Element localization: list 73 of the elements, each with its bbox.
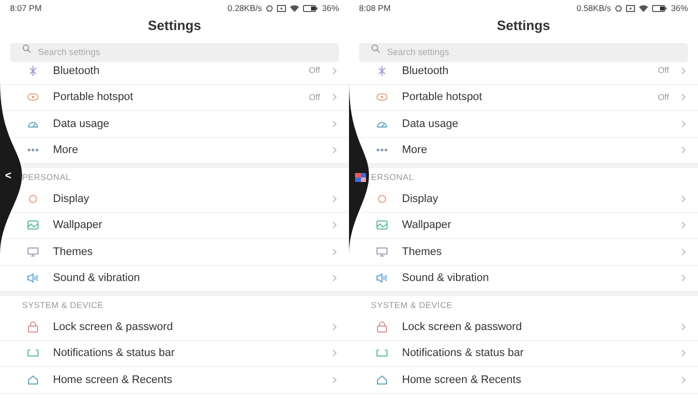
chevron-right-icon [681, 349, 686, 358]
settings-item[interactable]: Notifications & status bar [402, 345, 681, 362]
row-value: Off [658, 90, 669, 104]
search-icon [371, 44, 380, 53]
settings-item[interactable]: Data usage [53, 116, 332, 132]
settings-item[interactable]: Wallpaper [53, 217, 332, 234]
chevron-right-icon [681, 93, 686, 102]
chevron-right-icon [332, 274, 337, 282]
battery-icon [652, 5, 667, 12]
chevron-right-icon [332, 93, 337, 102]
battery-percent: 36% [670, 2, 688, 15]
chevron-right-icon [332, 146, 337, 154]
settings-item[interactable]: Lock screen & password [53, 318, 332, 335]
chevron-right-icon [681, 221, 686, 230]
settings-item[interactable]: More [53, 142, 332, 158]
status-time: 8:07 PM [10, 2, 42, 15]
settings-item[interactable]: Home screen & Recents [53, 372, 332, 388]
alarm-icon [266, 5, 273, 12]
settings-item[interactable]: Home screen & Recents [402, 372, 681, 388]
status-time: 8:08 PM [359, 2, 391, 15]
settings-item[interactable]: Wallpaper [402, 217, 681, 234]
search-field[interactable]: Search settings [10, 42, 339, 62]
chevron-right-icon [332, 66, 337, 75]
network-speed: 0.28KB/s [227, 2, 262, 15]
chevron-right-icon [332, 221, 337, 230]
chevron-right-icon [332, 376, 337, 384]
battery-percent: 36% [322, 2, 339, 15]
chevron-right-icon [681, 322, 686, 331]
wifi-icon [638, 5, 648, 12]
search-field[interactable]: Search settings [359, 42, 688, 62]
chevron-right-icon [681, 66, 686, 75]
settings-item[interactable]: Portable hotspot [53, 89, 309, 106]
chevron-right-icon [332, 248, 337, 256]
section-header: ERSONAL [371, 170, 414, 184]
settings-item[interactable]: Notifications & status bar [53, 345, 332, 362]
row-value: Off [658, 64, 669, 78]
page-title: Settings [148, 17, 202, 36]
network-speed: 0.58KB/s [576, 2, 611, 15]
row-value: Off [308, 64, 320, 78]
settings-item[interactable]: Sound & vibration [53, 270, 332, 286]
chevron-right-icon [332, 194, 337, 203]
chevron-right-icon [681, 120, 686, 128]
wifi-icon [290, 5, 299, 12]
chevron-right-icon [681, 376, 686, 384]
section-header: SYSTEM & DEVICE [22, 298, 104, 312]
settings-item[interactable]: More [402, 142, 681, 158]
settings-item[interactable]: Bluetooth [53, 62, 309, 79]
chevron-right-icon [332, 120, 337, 128]
settings-item[interactable]: Themes [402, 244, 681, 260]
settings-item[interactable]: Themes [53, 244, 332, 260]
settings-item[interactable]: Sound & vibration [402, 270, 681, 286]
page-title: Settings [496, 17, 550, 36]
settings-item[interactable]: Display [53, 190, 332, 207]
chevron-right-icon [681, 146, 686, 154]
alarm-icon [614, 5, 622, 12]
chevron-right-icon [332, 349, 337, 358]
chevron-right-icon [681, 194, 686, 203]
row-value: Off [308, 90, 320, 104]
search-icon [22, 44, 31, 53]
settings-item[interactable]: Display [402, 190, 681, 207]
settings-item[interactable]: Data usage [402, 116, 681, 132]
collapse-glyph[interactable]: < [5, 168, 12, 184]
chevron-right-icon [332, 322, 337, 331]
settings-item[interactable]: Lock screen & password [402, 318, 681, 335]
sim-icon [626, 5, 635, 12]
battery-icon [302, 5, 318, 12]
settings-item[interactable]: Portable hotspot [402, 89, 658, 106]
chevron-right-icon [681, 248, 686, 256]
section-header: PERSONAL [22, 170, 71, 184]
sim-icon [276, 5, 286, 12]
section-header: SYSTEM & DEVICE [371, 298, 452, 312]
chevron-right-icon [681, 274, 686, 282]
settings-item[interactable]: Bluetooth [402, 62, 658, 79]
